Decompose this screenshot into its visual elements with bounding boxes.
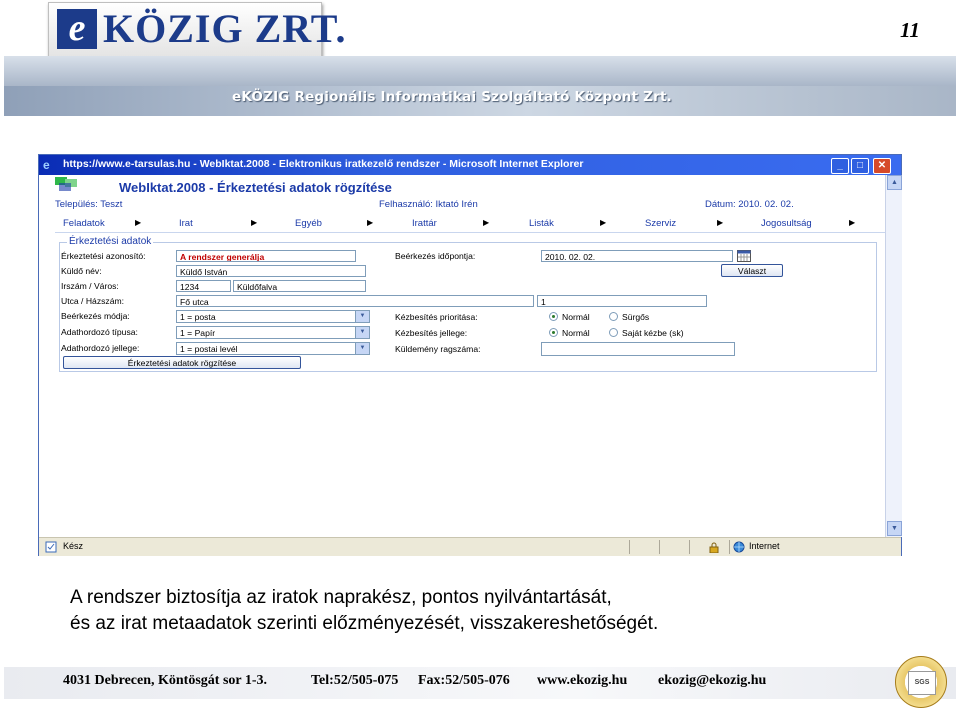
menu-egyeb[interactable]: Egyéb (295, 218, 322, 229)
id-label: Érkeztetési azonosító: (61, 251, 146, 261)
method-label: Beérkezés módja: (61, 311, 130, 321)
status-separator (689, 540, 690, 554)
footer-email[interactable]: ekozig@ekozig.hu (658, 673, 766, 689)
footer-web[interactable]: www.ekozig.hu (537, 673, 627, 689)
priority-label: Kézbesítés prioritása: (395, 312, 478, 322)
page-icon (45, 541, 57, 553)
zip-field[interactable]: 1234 (176, 280, 231, 292)
app-menubar: Feladatok ▶ Irat ▶ Egyéb ▶ Irattár ▶ Lis… (55, 215, 885, 233)
status-text: Kész (63, 541, 84, 551)
method-select[interactable]: 1 = posta ▼ (176, 310, 370, 323)
calendar-icon[interactable] (737, 250, 751, 262)
arrival-label: Beérkezés időpontja: (395, 251, 476, 261)
media-label: Adathordozó típusa: (61, 327, 138, 337)
minimize-icon[interactable]: _ (831, 158, 849, 174)
chevron-down-icon[interactable]: ▼ (355, 327, 369, 338)
media-value: 1 = Papír (180, 328, 216, 338)
logo-e-mark: e (57, 9, 97, 49)
delivery-nature-label: Kézbesítés jellege: (395, 328, 468, 338)
footer-fax: Fax:52/505-076 (418, 673, 510, 688)
caption-line-2: és az irat metaadatok szerinti előzménye… (70, 613, 659, 634)
menu-arrow-icon: ▶ (367, 218, 374, 227)
window-title: https://www.e-tarsulas.hu - WebIktat.200… (63, 158, 584, 170)
menu-feladatok[interactable]: Feladatok (63, 218, 105, 229)
menu-arrow-icon: ▶ (849, 218, 856, 227)
street-label: Utca / Házszám: (61, 296, 125, 306)
menu-arrow-icon: ▶ (251, 218, 258, 227)
tracking-field[interactable] (541, 342, 735, 356)
priority-urgent-radio[interactable] (609, 312, 618, 321)
header-band-stripe (4, 56, 956, 86)
settlement-info: Település: Teszt (55, 199, 123, 210)
status-separator (729, 540, 730, 554)
submit-button[interactable]: Érkeztetési adatok rögzítése (63, 356, 301, 369)
browser-window: e https://www.e-tarsulas.hu - WebIktat.2… (38, 154, 902, 556)
id-field: A rendszer generálja (176, 250, 356, 262)
window-titlebar: e https://www.e-tarsulas.hu - WebIktat.2… (39, 155, 901, 175)
slide-header: e KÖZIG ZRT. 11 eKÖZIG Regionális Inform… (0, 0, 960, 118)
delivery-personal-radio[interactable] (609, 328, 618, 337)
city-field[interactable]: Küldőfalva (233, 280, 366, 292)
delivery-personal-label: Saját kézbe (sk) (622, 328, 684, 338)
user-info: Felhasználó: Iktató Irén (379, 199, 478, 210)
page-content: WebIktat.2008 - Érkeztetési adatok rögzí… (39, 175, 885, 537)
select-sender-button[interactable]: Választ (721, 264, 783, 277)
company-logo: e KÖZIG ZRT. (48, 2, 345, 58)
method-value: 1 = posta (180, 312, 216, 322)
header-band (4, 56, 956, 116)
caption-line-1: A rendszer biztosítja az iratok naprakés… (70, 587, 612, 608)
footer-address: 4031 Debrecen, Köntösgát sor 1-3. (63, 673, 268, 688)
house-number-field[interactable]: 1 (537, 295, 707, 307)
priority-normal-radio[interactable] (549, 312, 558, 321)
priority-normal-label: Normál (562, 312, 590, 322)
arrival-field[interactable]: 2010. 02. 02. (541, 250, 733, 262)
menu-irattar[interactable]: Irattár (412, 218, 437, 229)
media-select[interactable]: 1 = Papír ▼ (176, 326, 370, 339)
date-info: Dátum: 2010. 02. 02. (705, 199, 794, 210)
chevron-down-icon[interactable]: ▼ (355, 311, 369, 322)
menu-jogosultsag[interactable]: Jogosultság (761, 218, 812, 229)
cert-badge-label: SGS (908, 671, 936, 695)
ie-icon: e (43, 158, 50, 172)
tracking-label: Küldemény ragszáma: (395, 344, 481, 354)
page-number: 11 (900, 18, 920, 42)
chevron-down-icon[interactable]: ▼ (355, 343, 369, 354)
media-nature-select[interactable]: 1 = postai levél ▼ (176, 342, 370, 355)
priority-urgent-label: Sürgős (622, 312, 650, 322)
menu-arrow-icon: ▶ (717, 218, 724, 227)
zip-city-label: Irszám / Város: (61, 281, 119, 291)
scroll-down-icon[interactable]: ▼ (887, 521, 902, 536)
sender-label: Küldő név: (61, 266, 102, 276)
delivery-normal-label: Normál (562, 328, 590, 338)
status-separator (629, 540, 630, 554)
organization-name: eKÖZIG Regionális Informatikai Szolgálta… (232, 89, 672, 105)
fieldset-legend: Érkeztetési adatok (67, 236, 154, 247)
delivery-normal-radio[interactable] (549, 328, 558, 337)
security-zone: Internet (749, 541, 780, 551)
status-bar: Kész Internet (39, 537, 901, 556)
close-icon[interactable]: ✕ (873, 158, 891, 174)
lock-icon (709, 542, 719, 553)
menu-arrow-icon: ▶ (135, 218, 142, 227)
menu-szerviz[interactable]: Szerviz (645, 218, 676, 229)
footer-tel: Tel:52/505-075 (311, 673, 399, 688)
logo-wordmark: KÖZIG ZRT. (103, 6, 347, 51)
media-nature-label: Adathordozó jellege: (61, 343, 140, 353)
menu-irat[interactable]: Irat (179, 218, 193, 229)
maximize-icon[interactable]: □ (851, 158, 869, 174)
menu-arrow-icon: ▶ (600, 218, 607, 227)
media-nature-value: 1 = postai levél (180, 344, 238, 354)
menu-listak[interactable]: Listák (529, 218, 554, 229)
vertical-scrollbar[interactable]: ▲ ▼ (885, 175, 902, 537)
status-separator (659, 540, 660, 554)
menu-arrow-icon: ▶ (483, 218, 490, 227)
globe-icon (733, 541, 745, 553)
app-logo-icon (55, 177, 77, 191)
street-field[interactable]: Fő utca (176, 295, 534, 307)
scroll-up-icon[interactable]: ▲ (887, 175, 902, 190)
certification-badge-icon: SGS (895, 656, 947, 708)
app-title: WebIktat.2008 - Érkeztetési adatok rögzí… (119, 180, 392, 195)
sender-field[interactable]: Küldő István (176, 265, 366, 277)
